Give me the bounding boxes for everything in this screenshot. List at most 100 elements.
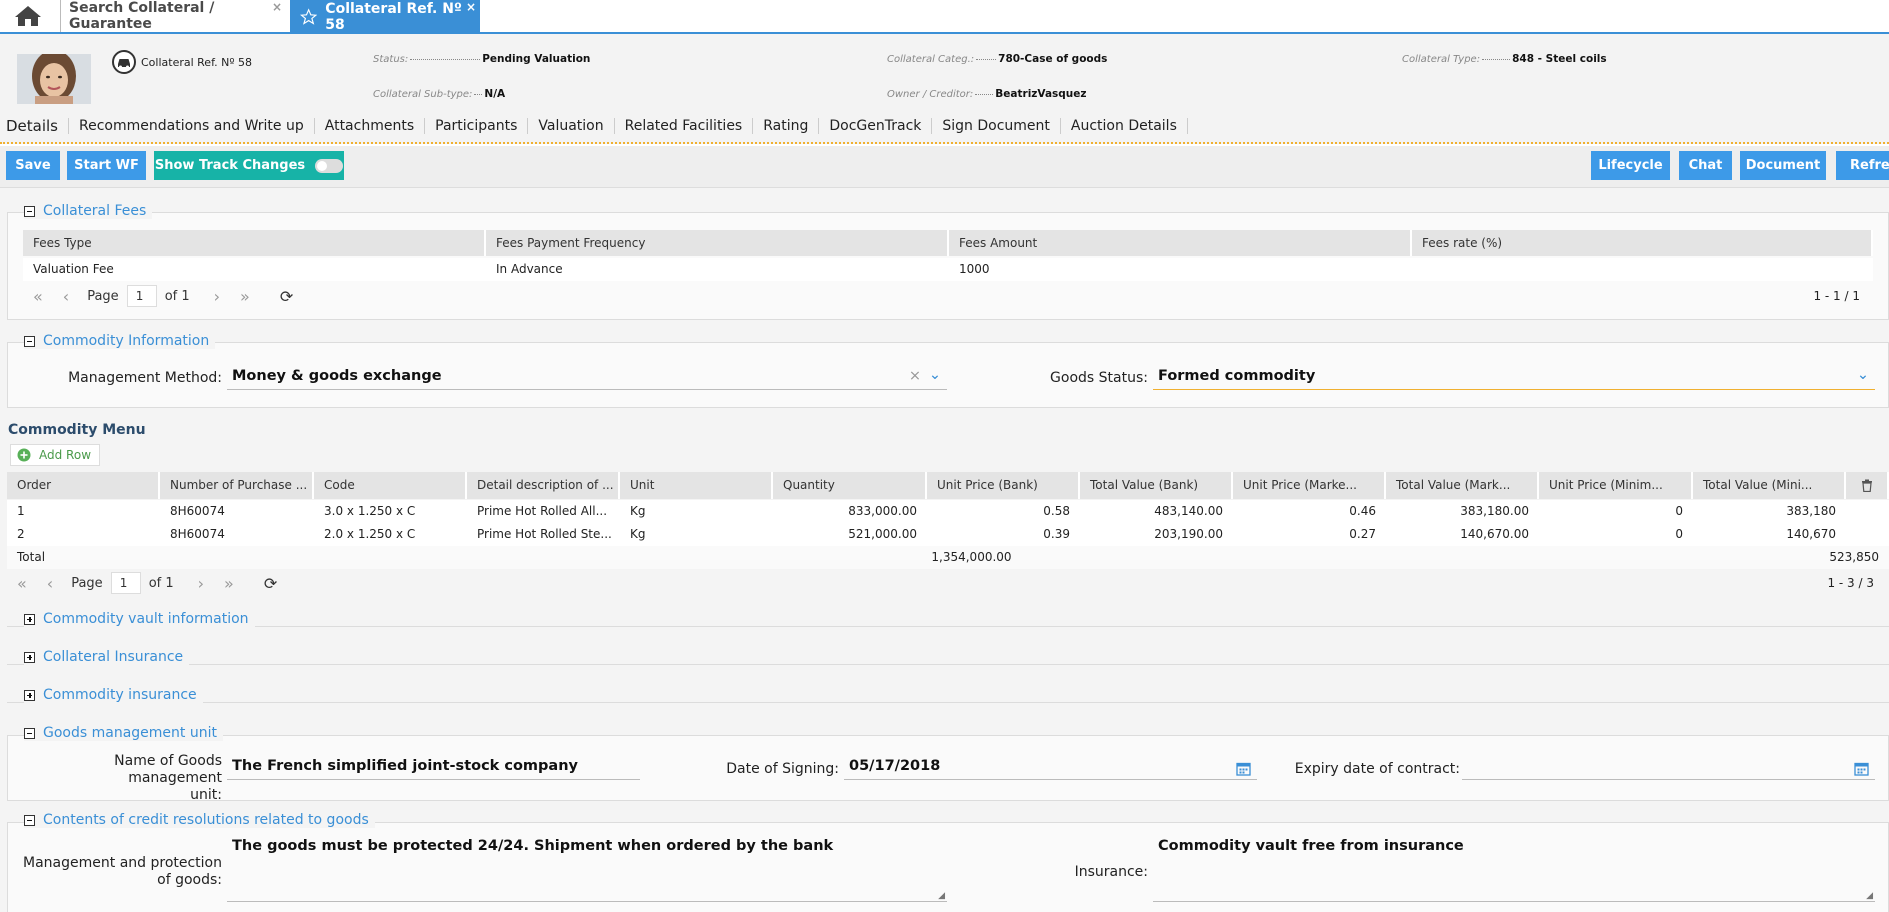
insurance-textarea[interactable]: Commodity vault free from insurance ◢ bbox=[1153, 838, 1875, 902]
next-page-icon[interactable]: › bbox=[214, 287, 220, 306]
tab-search-collateral[interactable]: Search Collateral / Guarantee × bbox=[60, 0, 286, 32]
resize-handle-icon[interactable]: ◢ bbox=[938, 891, 945, 901]
col-description[interactable]: Detail description of ... bbox=[467, 472, 620, 499]
lifecycle-button[interactable]: Lifecycle bbox=[1591, 151, 1670, 180]
tab-sign-document[interactable]: Sign Document bbox=[932, 118, 1061, 134]
tab-valuation[interactable]: Valuation bbox=[528, 118, 615, 134]
credit-toggle[interactable]: Contents of credit resolutions related t… bbox=[24, 812, 375, 828]
col-total-value-market[interactable]: Total Value (Mark... bbox=[1386, 472, 1539, 499]
document-button[interactable]: Document bbox=[1740, 151, 1826, 180]
tab-recommendations[interactable]: Recommendations and Write up bbox=[69, 118, 315, 134]
refresh-button[interactable]: Refres bbox=[1836, 151, 1889, 180]
goods-status-select[interactable]: Formed commodity ⌄ bbox=[1153, 367, 1875, 390]
collapse-icon[interactable] bbox=[24, 727, 35, 739]
col-unit-price-min[interactable]: Unit Price (Minim... bbox=[1539, 472, 1693, 499]
col-unit-price-market[interactable]: Unit Price (Marke... bbox=[1233, 472, 1386, 499]
track-changes-toggle[interactable] bbox=[315, 158, 344, 173]
tab-participants[interactable]: Participants bbox=[425, 118, 529, 134]
col-quantity[interactable]: Quantity bbox=[773, 472, 927, 499]
collateral-insurance-toggle[interactable]: Collateral Insurance bbox=[24, 649, 190, 665]
col-total-value-min[interactable]: Total Value (Mini... bbox=[1693, 472, 1846, 499]
add-row-button[interactable]: Add Row bbox=[10, 444, 100, 466]
status-label: Status: bbox=[373, 54, 409, 65]
table-row[interactable]: 2 8H60074 2.0 x 1.250 x C Prime Hot Roll… bbox=[7, 523, 1889, 546]
col-fees-frequency[interactable]: Fees Payment Frequency bbox=[486, 230, 949, 256]
col-unit-price-bank[interactable]: Unit Price (Bank) bbox=[927, 472, 1080, 499]
calendar-icon[interactable] bbox=[1854, 761, 1869, 776]
mgmt-protection-textarea[interactable]: The goods must be protected 24/24. Shipm… bbox=[227, 838, 947, 902]
clear-icon[interactable]: × bbox=[909, 368, 921, 384]
collapse-icon[interactable] bbox=[24, 814, 35, 826]
col-order[interactable]: Order bbox=[7, 472, 160, 499]
close-icon[interactable]: × bbox=[272, 0, 282, 14]
tab-attachments[interactable]: Attachments bbox=[315, 118, 426, 134]
tab-docgentrack[interactable]: DocGenTrack bbox=[819, 118, 933, 134]
expand-icon[interactable] bbox=[24, 689, 35, 701]
page-input[interactable]: 1 bbox=[126, 285, 157, 307]
refresh-icon[interactable]: ⟳ bbox=[280, 287, 293, 306]
col-fees-rate[interactable]: Fees rate (%) bbox=[1412, 230, 1873, 256]
total-value-market-cell: 383,180.00 bbox=[1460, 504, 1529, 518]
add-row-label: Add Row bbox=[39, 448, 92, 462]
tab-details[interactable]: Details bbox=[6, 118, 70, 134]
status-value: Pending Valuation bbox=[482, 53, 591, 65]
col-unit[interactable]: Unit bbox=[620, 472, 773, 499]
chat-button[interactable]: Chat bbox=[1679, 151, 1732, 180]
resize-handle-icon[interactable]: ◢ bbox=[1866, 891, 1873, 901]
col-code[interactable]: Code bbox=[314, 472, 467, 499]
tab-collateral-ref[interactable]: Collateral Ref. Nº 58 × bbox=[290, 0, 480, 34]
goods-unit-name-input[interactable]: The French simplified joint-stock compan… bbox=[227, 758, 640, 780]
code-cell: 2.0 x 1.250 x C bbox=[324, 527, 416, 541]
col-fees-amount[interactable]: Fees Amount bbox=[949, 230, 1412, 256]
total-value-min-cell: 140,670 bbox=[1786, 527, 1836, 541]
chevron-down-icon[interactable]: ⌄ bbox=[1857, 367, 1869, 383]
col-purchase-number[interactable]: Number of Purchase ... bbox=[160, 472, 314, 499]
refresh-icon[interactable]: ⟳ bbox=[264, 574, 277, 593]
col-total-value-bank[interactable]: Total Value (Bank) bbox=[1080, 472, 1233, 499]
date-of-signing-input[interactable]: 05/17/2018 bbox=[844, 758, 1257, 780]
expand-icon[interactable] bbox=[24, 613, 35, 625]
commodity-info-toggle[interactable]: Commodity Information bbox=[24, 333, 216, 349]
expiry-date-input[interactable] bbox=[1462, 758, 1875, 780]
divider bbox=[7, 626, 1889, 627]
prev-page-icon[interactable]: ‹ bbox=[63, 287, 69, 306]
delete-column[interactable] bbox=[1846, 472, 1889, 499]
collapse-icon[interactable] bbox=[24, 335, 35, 347]
tab-rating[interactable]: Rating bbox=[753, 118, 820, 134]
management-method-select[interactable]: Money & goods exchange × ⌄ bbox=[227, 367, 947, 390]
tab-related-facilities[interactable]: Related Facilities bbox=[615, 118, 754, 134]
chevron-down-icon[interactable]: ⌄ bbox=[929, 367, 941, 383]
tab-auction-details[interactable]: Auction Details bbox=[1061, 118, 1188, 134]
commodity-vault-toggle[interactable]: Commodity vault information bbox=[24, 611, 255, 627]
first-page-icon[interactable]: « bbox=[17, 574, 27, 593]
total-value-bank-cell: 203,190.00 bbox=[1154, 527, 1223, 541]
last-page-icon[interactable]: » bbox=[224, 574, 234, 593]
close-icon[interactable]: × bbox=[466, 0, 476, 14]
divider bbox=[7, 702, 1889, 703]
calendar-icon[interactable] bbox=[1236, 761, 1251, 776]
next-page-icon[interactable]: › bbox=[198, 574, 204, 593]
start-wf-button[interactable]: Start WF bbox=[67, 151, 146, 180]
collapse-icon[interactable] bbox=[24, 205, 35, 217]
expand-icon[interactable] bbox=[24, 651, 35, 663]
commodity-insurance-toggle[interactable]: Commodity insurance bbox=[24, 687, 203, 703]
owner-value: BeatrizVasquez bbox=[995, 88, 1087, 100]
total-value-market-cell: 140,670.00 bbox=[1460, 527, 1529, 541]
total-quantity: 1,354,000.00 bbox=[931, 550, 1012, 564]
table-row[interactable]: Valuation Fee In Advance 1000 bbox=[23, 258, 1873, 281]
last-page-icon[interactable]: » bbox=[240, 287, 250, 306]
subtype-label: Collateral Sub-type: bbox=[373, 89, 473, 100]
save-button[interactable]: Save bbox=[6, 151, 60, 180]
goods-unit-toggle[interactable]: Goods management unit bbox=[24, 725, 223, 741]
track-changes-label: Show Track Changes bbox=[154, 158, 306, 173]
first-page-icon[interactable]: « bbox=[33, 287, 43, 306]
commodity-grid-header: Order Number of Purchase ... Code Detail… bbox=[7, 472, 1889, 499]
home-button[interactable] bbox=[0, 0, 56, 32]
prev-page-icon[interactable]: ‹ bbox=[47, 574, 53, 593]
col-fees-type[interactable]: Fees Type bbox=[23, 230, 486, 256]
collateral-fees-toggle[interactable]: Collateral Fees bbox=[24, 203, 153, 219]
table-row[interactable]: 1 8H60074 3.0 x 1.250 x C Prime Hot Roll… bbox=[7, 500, 1889, 523]
track-changes-button[interactable]: Show Track Changes bbox=[154, 151, 344, 180]
page-input[interactable]: 1 bbox=[110, 572, 141, 594]
add-icon bbox=[17, 448, 31, 462]
